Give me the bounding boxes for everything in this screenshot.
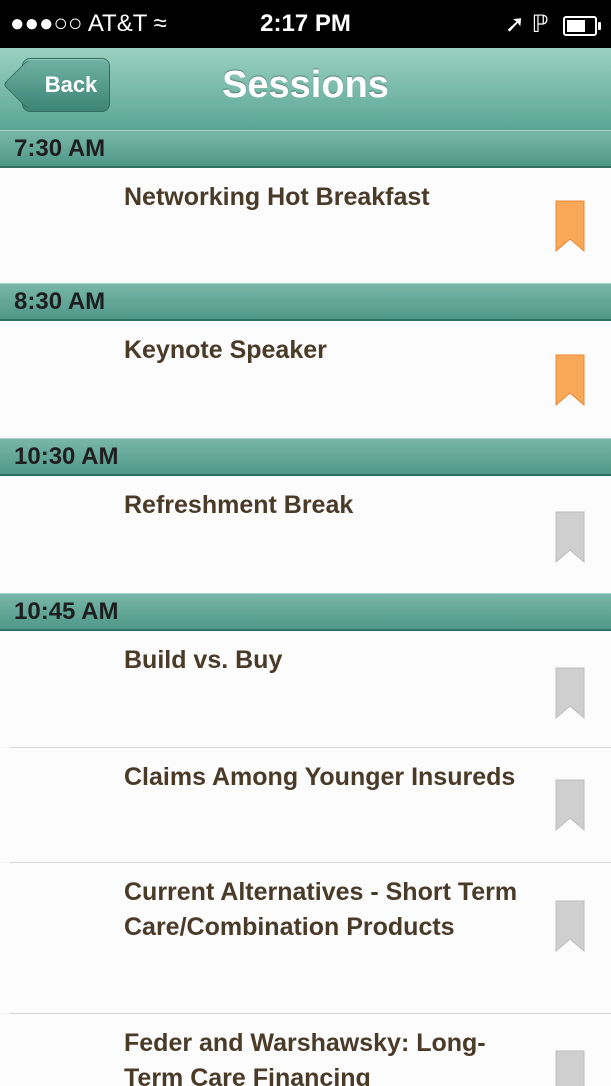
status-right: ➚ ℙ	[504, 10, 601, 39]
session-title: Keynote Speaker	[124, 336, 327, 364]
session-title: Claims Among Younger Insureds	[124, 763, 516, 791]
session-title: Networking Hot Breakfast	[124, 183, 430, 211]
bookmark-icon[interactable]	[555, 667, 585, 719]
session-row[interactable]: Refreshment Break	[0, 476, 611, 593]
bookmark-icon[interactable]	[555, 354, 585, 406]
session-row[interactable]: Keynote Speaker	[0, 321, 611, 438]
back-button-label: Back	[44, 72, 98, 97]
bookmark-icon[interactable]	[555, 900, 585, 952]
bookmark-icon[interactable]	[555, 511, 585, 563]
session-row[interactable]: Networking Hot Breakfast	[0, 168, 611, 283]
session-row[interactable]: Claims Among Younger Insureds	[0, 748, 611, 862]
location-icon: ➚	[504, 11, 525, 38]
bookmark-icon[interactable]	[555, 1050, 585, 1086]
bookmark-icon[interactable]	[555, 779, 585, 831]
session-title: Build vs. Buy	[124, 646, 283, 674]
battery-icon	[563, 15, 601, 36]
section-header: 8:30 AM	[0, 283, 611, 321]
session-row[interactable]: Current Alternatives - Short Term Care/C…	[0, 863, 611, 1013]
session-row[interactable]: Build vs. Buy	[0, 631, 611, 747]
session-title: Current Alternatives - Short Term Care/C…	[124, 878, 518, 941]
navigation-bar: Back Sessions	[0, 48, 611, 131]
session-title: Refreshment Break	[124, 491, 354, 519]
section-header: 10:30 AM	[0, 438, 611, 476]
bookmark-icon[interactable]	[555, 200, 585, 252]
status-bar: ●●●○○ AT&T ≈ 2:17 PM ➚ ℙ	[0, 0, 611, 48]
session-row[interactable]: Feder and Warshawsky: Long-Term Care Fin…	[0, 1014, 611, 1086]
session-title: Feder and Warshawsky: Long-Term Care Fin…	[124, 1029, 486, 1086]
section-header: 7:30 AM	[0, 130, 611, 168]
section-header: 10:45 AM	[0, 593, 611, 631]
bluetooth-icon: ℙ	[531, 11, 549, 38]
